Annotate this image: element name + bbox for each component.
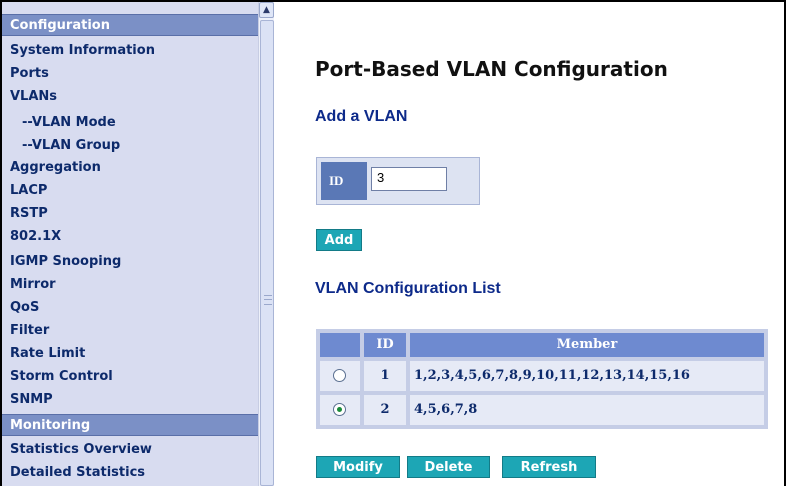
- sidebar-item-igmp-snooping[interactable]: IGMP Snooping: [2, 251, 258, 273]
- sidebar-item-802-1x[interactable]: 802.1X: [2, 226, 258, 248]
- sidebar-scrollbar[interactable]: ▲: [258, 2, 274, 486]
- vlan-id-form: ID 3: [316, 157, 480, 205]
- sidebar-item-statistics-overview[interactable]: Statistics Overview: [2, 439, 258, 461]
- vlan-id-label: ID: [321, 162, 367, 200]
- add-button[interactable]: Add: [316, 229, 362, 251]
- sidebar-item-rate-limit[interactable]: Rate Limit: [2, 343, 258, 365]
- table-row-2-id: 2: [364, 395, 406, 425]
- sidebar-item-aggregation[interactable]: Aggregation: [2, 157, 258, 179]
- vlan-id-input[interactable]: 3: [371, 167, 447, 191]
- add-vlan-heading: Add a VLAN: [315, 108, 408, 125]
- table-row-1-member: 1,2,3,4,5,6,7,8,9,10,11,12,13,14,15,16: [410, 361, 764, 391]
- table-header-member: Member: [410, 333, 764, 357]
- sidebar-item-system-information[interactable]: System Information: [2, 40, 258, 62]
- table-row-2-select-cell: [320, 395, 360, 425]
- table-header-id: ID: [364, 333, 406, 357]
- sidebar-item-vlans[interactable]: VLANs: [2, 86, 258, 108]
- row-1-radio[interactable]: [333, 369, 346, 382]
- sidebar-item-vlan-group[interactable]: --VLAN Group: [2, 135, 258, 157]
- row-2-radio[interactable]: [333, 403, 346, 416]
- table-row-2-member: 4,5,6,7,8: [410, 395, 764, 425]
- modify-button[interactable]: Modify: [316, 456, 400, 478]
- sidebar-item-snmp[interactable]: SNMP: [2, 389, 258, 411]
- sidebar-header-monitoring[interactable]: Monitoring: [2, 414, 258, 436]
- sidebar-header-configuration[interactable]: Configuration: [2, 14, 258, 36]
- sidebar-item-rstp[interactable]: RSTP: [2, 203, 258, 225]
- scroll-up-arrow-icon[interactable]: ▲: [259, 2, 274, 18]
- sidebar-item-lacp[interactable]: LACP: [2, 180, 258, 202]
- sidebar-item-qos[interactable]: QoS: [2, 297, 258, 319]
- table-row-1-id: 1: [364, 361, 406, 391]
- delete-button[interactable]: Delete: [407, 456, 490, 478]
- vlan-list-heading: VLAN Configuration List: [315, 280, 501, 297]
- scroll-thumb[interactable]: [260, 20, 274, 486]
- sidebar-item-filter[interactable]: Filter: [2, 320, 258, 342]
- vlan-configuration-table: ID Member 1 1,2,3,4,5,6,7,8,9,10,11,12,1…: [316, 329, 768, 429]
- sidebar-menu: Configuration System Information Ports V…: [2, 2, 258, 486]
- refresh-button[interactable]: Refresh: [502, 456, 596, 478]
- sidebar-item-vlan-mode[interactable]: --VLAN Mode: [2, 112, 258, 134]
- table-row-1-select-cell: [320, 361, 360, 391]
- page-title: Port-Based VLAN Configuration: [315, 57, 668, 81]
- sidebar-item-ports[interactable]: Ports: [2, 63, 258, 85]
- table-header-select: [320, 333, 360, 357]
- sidebar-item-detailed-statistics[interactable]: Detailed Statistics: [2, 462, 258, 484]
- sidebar-item-mirror[interactable]: Mirror: [2, 274, 258, 296]
- scroll-grip-icon: [264, 295, 272, 305]
- sidebar-item-storm-control[interactable]: Storm Control: [2, 366, 258, 388]
